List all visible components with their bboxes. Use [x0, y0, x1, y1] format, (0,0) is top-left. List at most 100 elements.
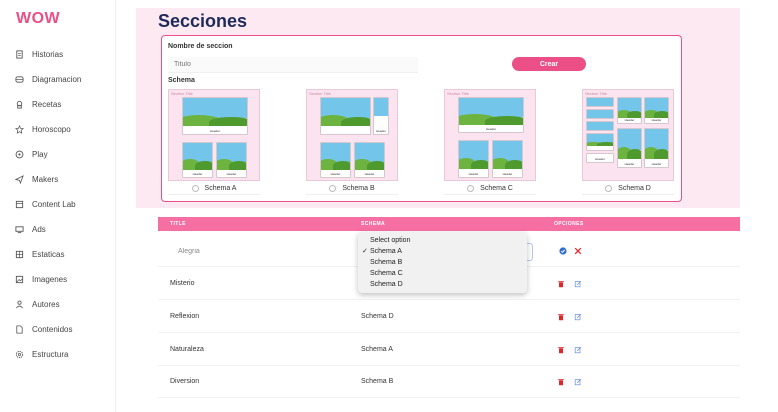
- tile-image: Header: [354, 142, 385, 178]
- trash-icon[interactable]: [556, 377, 566, 387]
- sidebar-item-label: Makers: [32, 175, 59, 184]
- sidebar: WOW Historias Diagramacion Recetas Horos…: [0, 0, 116, 412]
- section-title-caption: Section Title: [309, 91, 331, 96]
- tile-caption: Header: [624, 118, 635, 122]
- edit-icon[interactable]: [573, 377, 583, 387]
- edit-icon[interactable]: [573, 345, 583, 355]
- tile-image: [320, 97, 371, 135]
- table-row: Reflexion Schema D: [158, 301, 740, 333]
- star-icon: [14, 125, 24, 135]
- sidebar-item-label: Ads: [32, 225, 46, 234]
- schema-radio-label: Schema B: [342, 185, 375, 192]
- sidebar-item-label: Estructura: [32, 350, 69, 359]
- dropdown-option-schema-c[interactable]: Schema C: [358, 268, 527, 279]
- tile-image: Header: [320, 142, 351, 178]
- sidebar-item-label: Play: [32, 150, 48, 159]
- row-schema: Schema B: [361, 378, 394, 385]
- title-input[interactable]: [168, 57, 418, 73]
- sidebar-item-diagramacion[interactable]: Diagramacion: [0, 67, 116, 92]
- tile-caption: Header: [502, 172, 513, 176]
- schema-radio-label: Schema D: [618, 185, 651, 192]
- sidebar-item-label: Content Lab: [32, 200, 76, 209]
- trash-icon[interactable]: [556, 279, 566, 289]
- edit-icon[interactable]: [573, 279, 583, 289]
- check-icon: ✓: [362, 248, 368, 255]
- sidebar-item-horoscopo[interactable]: Horoscopo: [0, 117, 116, 142]
- tile-image: Header: [617, 97, 642, 124]
- box-icon: [14, 200, 24, 210]
- dropdown-option-schema-d[interactable]: Schema D: [358, 279, 527, 290]
- schema-radio-label: Schema C: [480, 185, 513, 192]
- schema-preview: Section Title Header Header Header: [444, 89, 536, 181]
- person-icon: [14, 300, 24, 310]
- schema-radio-label: Schema A: [204, 185, 237, 192]
- schema-card-b[interactable]: Section Title Header Header Header Schem…: [306, 89, 398, 197]
- play-icon: [14, 150, 24, 160]
- sidebar-item-ads[interactable]: Ads: [0, 217, 116, 242]
- sidebar-item-historias[interactable]: Historias: [0, 42, 116, 67]
- column-header-options: OPCIONES: [554, 221, 584, 227]
- trash-icon[interactable]: [556, 345, 566, 355]
- sidebar-item-contenidos[interactable]: Contenidos: [0, 317, 116, 342]
- tile-image: Header: [492, 140, 523, 178]
- tile-image: [586, 121, 614, 131]
- sidebar-item-label: Horoscopo: [32, 125, 71, 134]
- radio-button[interactable]: [467, 185, 475, 192]
- confirm-icon[interactable]: [558, 246, 568, 256]
- sidebar-item-estructura[interactable]: Estructura: [0, 342, 116, 367]
- create-button[interactable]: Crear: [512, 57, 586, 71]
- schema-card-d[interactable]: Section Title Header Header Header Heade…: [582, 89, 674, 197]
- tile-image: [586, 109, 614, 119]
- schema-card-c[interactable]: Section Title Header Header Header Schem…: [444, 89, 536, 197]
- schema-radio-b[interactable]: Schema B: [306, 183, 398, 195]
- column-header-title: TITLE: [170, 221, 186, 227]
- tile-image: Header: [373, 97, 389, 135]
- row-title: Reflexion: [170, 313, 200, 320]
- table-row: Diversion Schema B: [158, 366, 740, 398]
- title-edit-input[interactable]: [164, 243, 344, 259]
- table-row: Naturaleza Schema A: [158, 334, 740, 366]
- page-title: Secciones: [158, 11, 248, 31]
- row-title: Naturaleza: [170, 346, 204, 353]
- sidebar-item-imagenes[interactable]: Imagenes: [0, 267, 116, 292]
- send-icon: [14, 175, 24, 185]
- sidebar-item-autores[interactable]: Autores: [0, 292, 116, 317]
- edit-icon[interactable]: [573, 312, 583, 322]
- schema-radio-d[interactable]: Schema D: [582, 183, 674, 195]
- dropdown-option-schema-b[interactable]: Schema B: [358, 257, 527, 268]
- cancel-icon[interactable]: [573, 246, 583, 256]
- radio-button[interactable]: [329, 185, 337, 192]
- sidebar-item-play[interactable]: Play: [0, 142, 116, 167]
- sidebar-item-estaticas[interactable]: Estaticas: [0, 242, 116, 267]
- section-title-caption: Section Title: [585, 91, 607, 96]
- radio-button[interactable]: [605, 185, 613, 192]
- schema-radio-c[interactable]: Schema C: [444, 183, 536, 195]
- schema-card-a[interactable]: Section Title Header Header Header Schem…: [168, 89, 260, 197]
- radio-button[interactable]: [191, 185, 199, 192]
- brand-logo[interactable]: WOW: [16, 10, 60, 28]
- row-title: Diversion: [170, 378, 200, 385]
- tile-caption: Header: [468, 172, 479, 176]
- sidebar-item-content-lab[interactable]: Content Lab: [0, 192, 116, 217]
- tile-caption: Header: [192, 172, 203, 176]
- tile-image: Header: [644, 97, 669, 124]
- sidebar-item-label: Recetas: [32, 100, 62, 109]
- sidebar-item-makers[interactable]: Makers: [0, 167, 116, 192]
- section-title-caption: Section Title: [447, 91, 469, 96]
- schema-radio-a[interactable]: Schema A: [168, 183, 260, 195]
- schema-preview: Section Title Header Header Header: [306, 89, 398, 181]
- section-title-caption: Section Title: [171, 91, 193, 96]
- trash-icon[interactable]: [556, 312, 566, 322]
- tile-caption: Header: [486, 127, 496, 131]
- image-icon: [14, 275, 24, 285]
- dropdown-option-schema-a[interactable]: ✓ Schema A: [358, 246, 527, 257]
- sidebar-item-label: Contenidos: [32, 325, 73, 334]
- tile-caption: Header: [226, 172, 237, 176]
- tile-image: Header: [644, 128, 669, 168]
- sidebar-item-recetas[interactable]: Recetas: [0, 92, 116, 117]
- tile-image: Header: [458, 140, 489, 178]
- monitor-icon: [14, 225, 24, 235]
- tile-image: [586, 133, 614, 151]
- tile-image: Header: [182, 97, 248, 135]
- dropdown-option-placeholder[interactable]: Select option: [358, 235, 527, 246]
